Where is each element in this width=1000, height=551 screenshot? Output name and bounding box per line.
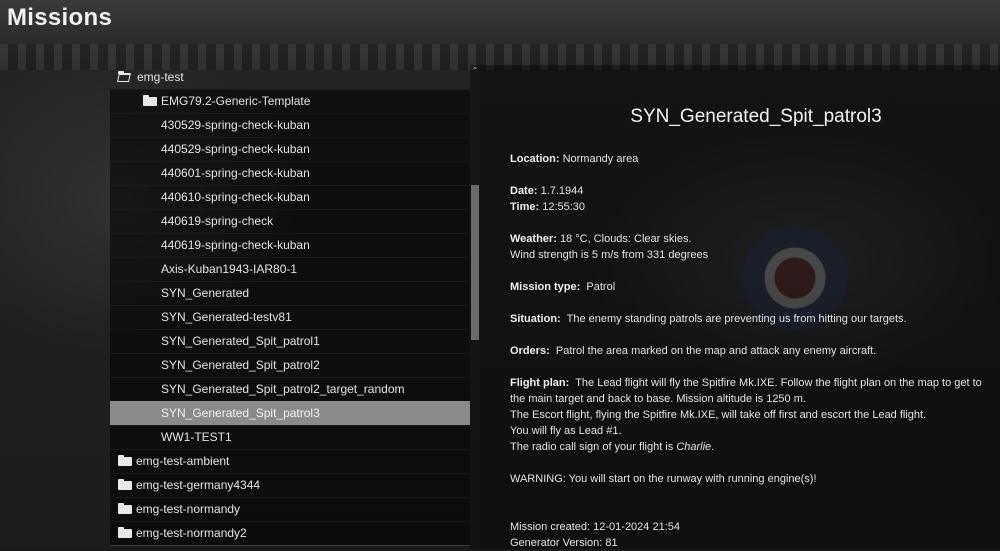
callsign-prefix: The radio call sign of your flight is xyxy=(510,441,677,453)
flight-plan-line-4: You will fly as Lead #1. xyxy=(510,425,622,437)
folder-icon xyxy=(118,527,132,538)
mission-label: Axis-Kuban1943-IAR80-1 xyxy=(161,262,298,276)
mission-item[interactable]: SYN_Generated-testv81 xyxy=(110,305,470,330)
mission-item[interactable]: 440529-spring-check-kuban xyxy=(110,137,470,162)
tree-folder[interactable]: emg-test-ambient xyxy=(110,449,470,474)
flight-plan-label: Flight plan: xyxy=(510,377,570,389)
tree-folder-label: emg-test-normandy xyxy=(136,502,241,516)
weather-label: Weather: xyxy=(510,233,557,245)
tree-folder-label: emg-test-germany4344 xyxy=(136,478,261,492)
mission-label: SYN_Generated-testv81 xyxy=(161,310,292,324)
location-value: Normandy area xyxy=(562,153,639,165)
tree-folder[interactable]: emg-test-germany4344 xyxy=(110,473,470,498)
mission-item[interactable]: 440619-spring-check-kuban xyxy=(110,233,470,258)
mission-type-label: Mission type: xyxy=(510,281,581,293)
location-label: Location: xyxy=(510,153,560,165)
flight-plan-line-2: the main target and back to base. Missio… xyxy=(510,393,806,405)
mission-label: 440601-spring-check-kuban xyxy=(161,166,310,180)
mission-item[interactable]: 440610-spring-check-kuban xyxy=(110,185,470,210)
mission-item[interactable]: 430529-spring-check-kuban xyxy=(110,113,470,138)
page-title: Missions xyxy=(7,4,113,31)
mission-item-selected[interactable]: SYN_Generated_Spit_patrol3 xyxy=(110,401,470,426)
tree-folder[interactable]: emg-test-normandy2 xyxy=(110,521,470,546)
time-label: Time: xyxy=(510,201,540,213)
mission-created: Mission created: 12-01-2024 21:54 xyxy=(510,521,680,533)
folder-icon xyxy=(118,479,132,490)
callsign-value: Charlie xyxy=(676,441,712,453)
mission-label: 440619-spring-check xyxy=(161,214,274,228)
mission-item[interactable]: SYN_Generated_Spit_patrol1 xyxy=(110,329,470,354)
mission-item[interactable]: 440619-spring-check xyxy=(110,209,470,234)
orders-value: Patrol the area marked on the map and at… xyxy=(555,345,877,357)
weather-value: 18 °C, Clouds: Clear skies. xyxy=(559,233,692,245)
mission-item[interactable]: WW1-TEST1 xyxy=(110,425,470,450)
mission-type-value: Patrol xyxy=(586,281,616,293)
mission-label: SYN_Generated xyxy=(161,286,250,300)
mission-label: 440610-spring-check-kuban xyxy=(161,190,310,204)
mission-tree: emg-test EMG79.2-Generic-Template 430529… xyxy=(110,65,470,549)
tree-folder-label: emg-test-ambient xyxy=(136,454,230,468)
mission-label: SYN_Generated_Spit_patrol2_target_random xyxy=(161,382,405,396)
tree-folder-label: EMG79.2-Generic-Template xyxy=(161,94,311,108)
folder-icon xyxy=(118,455,132,466)
situation-value: The enemy standing patrols are preventin… xyxy=(566,313,907,325)
date-value: 1.7.1944 xyxy=(540,185,584,197)
situation-label: Situation: xyxy=(510,313,561,325)
time-line: Time: 12:55:30 xyxy=(510,199,585,215)
mission-item[interactable]: SYN_Generated_Spit_patrol2 xyxy=(110,353,470,378)
mission-type-line: Mission type: Patrol xyxy=(510,279,615,295)
warning-line: WARNING: You will start on the runway wi… xyxy=(510,473,817,485)
mission-item[interactable]: Axis-Kuban1943-IAR80-1 xyxy=(110,257,470,282)
orders-label: Orders: xyxy=(510,345,550,357)
orders-line: Orders: Patrol the area marked on the ma… xyxy=(510,343,876,359)
tree-subfolder[interactable]: EMG79.2-Generic-Template xyxy=(110,89,470,114)
weather-line: Weather: 18 °C, Clouds: Clear skies. xyxy=(510,231,692,247)
mission-item[interactable]: SYN_Generated_Spit_patrol2_target_random xyxy=(110,377,470,402)
mission-label: SYN_Generated_Spit_patrol1 xyxy=(161,334,320,348)
situation-line: Situation: The enemy standing patrols ar… xyxy=(510,311,907,327)
mission-item[interactable]: SYN_Generated xyxy=(110,281,470,306)
scrollbar-thumb[interactable] xyxy=(471,185,479,340)
date-label: Date: xyxy=(510,185,538,197)
tree-scrollbar[interactable]: ⌃ xyxy=(470,65,480,549)
mission-label: SYN_Generated_Spit_patrol2 xyxy=(161,358,320,372)
scroll-up-icon[interactable]: ⌃ xyxy=(471,67,479,75)
folder-icon xyxy=(118,503,132,514)
tree-folder[interactable]: emg-test-normandy xyxy=(110,497,470,522)
mission-title: SYN_Generated_Spit_patrol3 xyxy=(630,106,882,127)
mission-label: SYN_Generated_Spit_patrol3 xyxy=(161,406,320,420)
tree-folder-open[interactable]: emg-test xyxy=(110,65,470,90)
mission-label: 440529-spring-check-kuban xyxy=(161,142,310,156)
flight-plan-line-3: The Escort flight, flying the Spitfire M… xyxy=(510,409,927,421)
mission-item[interactable]: 440601-spring-check-kuban xyxy=(110,161,470,186)
tree-folder-label: emg-test xyxy=(137,70,184,84)
flight-plan-text: The Lead flight will fly the Spitfire Mk… xyxy=(575,377,982,389)
location-line: Location: Normandy area xyxy=(510,151,638,167)
folder-icon xyxy=(143,95,157,106)
wind-line: Wind strength is 5 m/s from 331 degrees xyxy=(510,249,709,261)
mission-label: 440619-spring-check-kuban xyxy=(161,238,310,252)
header: Missions xyxy=(0,0,1000,40)
folder-open-icon xyxy=(118,71,132,82)
mission-label: 430529-spring-check-kuban xyxy=(161,118,310,132)
date-line: Date: 1.7.1944 xyxy=(510,183,583,199)
callsign-suffix: . xyxy=(711,441,715,453)
tree-folder-label: emg-test-normandy2 xyxy=(136,526,247,540)
flight-plan-line-1: Flight plan: The Lead flight will fly th… xyxy=(510,375,982,391)
time-value: 12:55:30 xyxy=(542,201,586,213)
callsign-line: The radio call sign of your flight is Ch… xyxy=(510,439,714,455)
mission-label: WW1-TEST1 xyxy=(161,430,232,444)
